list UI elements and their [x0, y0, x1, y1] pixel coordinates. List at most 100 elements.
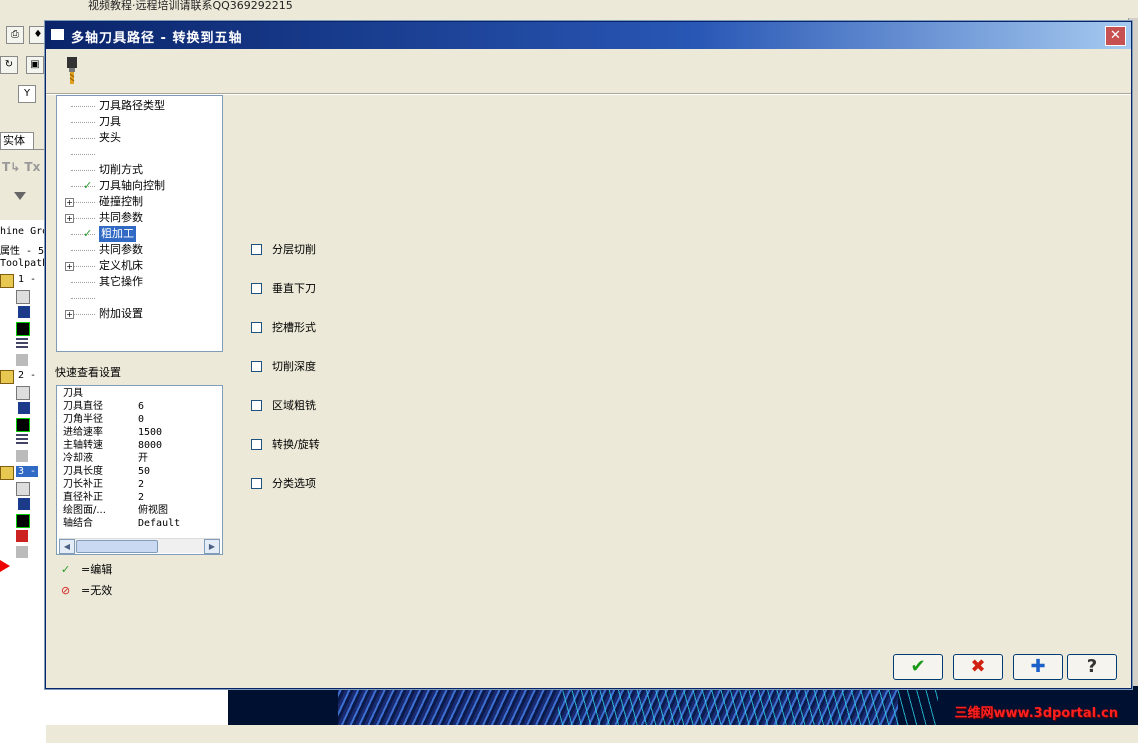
quick-view-row: 刀长补正 2: [63, 478, 144, 491]
quick-view-row: 刀具直径 6: [63, 400, 144, 413]
quick-view-key: 刀具直径: [63, 401, 103, 412]
tree-item[interactable]: 附加设置: [99, 306, 143, 322]
ops-line-4[interactable]: 2 -: [18, 370, 36, 381]
disabled-icon: ⊘: [61, 584, 71, 597]
file-icon-3: [16, 482, 30, 496]
tree-item[interactable]: 夹头: [99, 130, 121, 146]
folder-icon-2: [0, 370, 14, 384]
toolbar-icon-a[interactable]: ⎙: [6, 26, 24, 44]
scroll-right-icon[interactable]: ▶: [204, 539, 220, 554]
ops-line-0: hine Gro: [0, 226, 49, 237]
option-label[interactable]: 垂直下刀: [272, 281, 316, 297]
cancel-icon: ✖: [970, 656, 986, 677]
file-icon-2: [16, 386, 30, 400]
help-button[interactable]: ?: [1067, 654, 1117, 680]
option-label[interactable]: 切削深度: [272, 359, 316, 375]
option-checkbox[interactable]: [251, 283, 262, 294]
ok-button[interactable]: ✔: [893, 654, 943, 680]
legend-label: =无效: [81, 584, 113, 597]
dialog-toolbar: [46, 49, 1131, 94]
quick-view-value: 开: [138, 453, 148, 464]
graphics-viewport[interactable]: 三维网www.3dportal.cn: [228, 686, 1138, 725]
tree-item[interactable]: 粗加工: [99, 226, 136, 242]
quick-view-value: Default: [138, 518, 181, 529]
dirty-toolpath-icon: [16, 530, 28, 542]
quick-view-row: 刀角半径 0: [63, 413, 144, 426]
expand-plus-icon[interactable]: +: [65, 310, 74, 319]
cancel-button[interactable]: ✖: [953, 654, 1003, 680]
edit-check-icon: ✓: [61, 563, 71, 576]
tree-item[interactable]: 刀具: [99, 114, 121, 130]
endmill-icon[interactable]: [65, 57, 79, 85]
quick-view-key: 主轴转速: [63, 440, 103, 451]
tree-connector: [71, 122, 95, 124]
tab-solid[interactable]: 实体: [0, 132, 34, 149]
dialog-title: 多轴刀具路径 - 转换到五轴: [71, 31, 243, 46]
folder-icon: [0, 274, 14, 288]
add-button[interactable]: ✚: [1013, 654, 1063, 680]
parameter-tree: 刀具路径类型 刀具 夹头 切削方式 ✓ 刀具轴向控制 + 碰撞控制 + 共同参数 ✓ 粗加工 共同参数 +…: [56, 95, 223, 352]
tree-connector: [71, 282, 95, 284]
option-checkbox[interactable]: [251, 361, 262, 372]
option-label[interactable]: 挖槽形式: [272, 320, 316, 336]
scroll-thumb[interactable]: [76, 540, 158, 553]
window-icon: [51, 29, 64, 40]
left-panel: ⎙ ♦ ↻ ▣ Y 实体 T↳ Tx hine Gro 属性 - 5 Toolp…: [0, 18, 48, 743]
geometry-icon: [16, 322, 30, 336]
option-checkbox[interactable]: [251, 439, 262, 450]
folder-icon-3: [0, 466, 14, 480]
option-checkbox[interactable]: [251, 322, 262, 333]
quick-view-row: 主轴转速 8000: [63, 439, 162, 452]
toolpath-icon: [16, 338, 28, 350]
tree-connector: [71, 154, 95, 156]
tree-item[interactable]: 刀具路径类型: [99, 98, 165, 114]
tree-item[interactable]: 切削方式: [99, 162, 143, 178]
quick-view-row: 冷却液 开: [63, 452, 148, 465]
geometry-icon-3: [16, 514, 30, 528]
option-checkbox[interactable]: [251, 478, 262, 489]
close-button[interactable]: ✕: [1105, 26, 1126, 46]
tree-item[interactable]: 定义机床: [99, 258, 143, 274]
quick-view-value: 2: [138, 479, 145, 490]
option-checkbox[interactable]: [251, 400, 262, 411]
dropdown-arrow-icon[interactable]: [14, 192, 26, 200]
left-toolbar-area: T↳ Tx: [0, 149, 46, 220]
ops-line-2: Toolpath: [0, 258, 49, 269]
option-label[interactable]: 分类选项: [272, 476, 316, 492]
expand-plus-icon[interactable]: +: [65, 214, 74, 223]
option-checkbox[interactable]: [251, 244, 262, 255]
ok-icon: ✔: [910, 656, 926, 677]
tree-item[interactable]: 共同参数: [99, 242, 143, 258]
toolbar-icon-d[interactable]: ▣: [26, 56, 44, 74]
scroll-left-icon[interactable]: ◀: [59, 539, 75, 554]
ops-tree: hine Gro 属性 - 5 Toolpath 1 - 2 - 3 -: [0, 220, 49, 743]
tree-item[interactable]: 其它操作: [99, 274, 143, 290]
ops-line-3[interactable]: 1 -: [18, 274, 36, 285]
expand-plus-icon[interactable]: +: [65, 262, 74, 271]
watermark: 三维网www.3dportal.cn: [954, 706, 1118, 721]
quick-view-row: 绘图面/... 俯视图: [63, 504, 168, 517]
legend-row: ⊘ =无效: [61, 583, 112, 599]
tool-icon-t[interactable]: T↳ Tx: [2, 160, 40, 174]
option-label[interactable]: 转换/旋转: [272, 437, 320, 453]
option-label[interactable]: 区域粗铣: [272, 398, 316, 414]
tree-item[interactable]: 共同参数: [99, 210, 143, 226]
quick-view-row: 刀具长度 50: [63, 465, 150, 478]
app-title-strip: 视频教程·远程培训请联系QQ369292215: [0, 0, 1138, 18]
quick-view-hscrollbar[interactable]: ◀ ▶: [59, 538, 220, 554]
dialog-titlebar[interactable]: 多轴刀具路径 - 转换到五轴 ✕: [46, 22, 1131, 49]
ops-line-5[interactable]: 3 -: [16, 466, 39, 477]
tree-item[interactable]: 刀具轴向控制: [99, 178, 165, 194]
tree-item[interactable]: 碰撞控制: [99, 194, 143, 210]
quick-view-key: 刀角半径: [63, 414, 103, 425]
quick-view-key: 进给速率: [63, 427, 103, 438]
tree-connector: [71, 218, 95, 220]
quick-view-value: 50: [138, 466, 151, 477]
expand-plus-icon[interactable]: +: [65, 198, 74, 207]
option-label[interactable]: 分层切削: [272, 242, 316, 258]
multiaxis-toolpath-dialog: 多轴刀具路径 - 转换到五轴 ✕ 刀具路径类型 刀具 夹头切削方式 ✓ 刀具轴向控制 + 碰…: [45, 21, 1132, 689]
axis-y-field[interactable]: Y: [18, 85, 36, 103]
tree-connector: [71, 314, 95, 316]
toolbar-icon-c[interactable]: ↻: [0, 56, 18, 74]
bottom-left-panel: [46, 686, 229, 725]
